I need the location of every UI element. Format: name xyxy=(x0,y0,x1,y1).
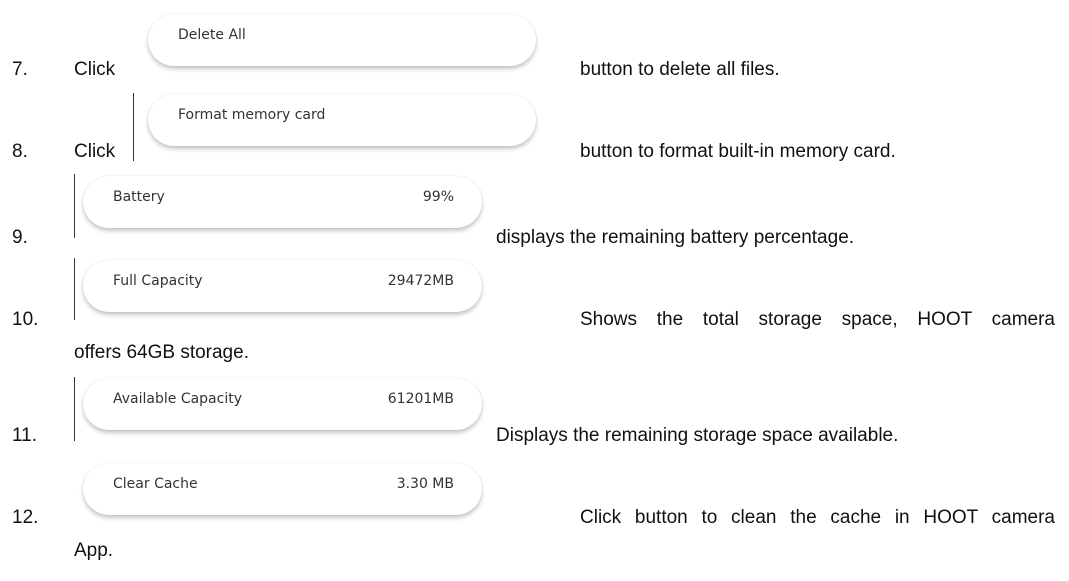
divider-line xyxy=(74,377,75,441)
available-capacity-value: 61201MB xyxy=(387,391,454,407)
full-capacity-label: Full Capacity xyxy=(113,273,203,289)
click-word: Click xyxy=(74,59,116,80)
step-number: 12. xyxy=(12,507,39,528)
divider-line xyxy=(74,258,75,320)
battery-row: Battery 99% xyxy=(83,176,482,228)
battery-label: Battery xyxy=(113,189,165,205)
battery-value: 99% xyxy=(422,189,454,205)
step-description: Shows the total storage space, HOOT came… xyxy=(580,309,1055,330)
full-capacity-row: Full Capacity 29472MB xyxy=(83,260,482,312)
delete-all-button[interactable]: Delete All xyxy=(148,14,536,66)
step-description: button to format built-in memory card. xyxy=(580,141,896,162)
step-description: button to delete all files. xyxy=(580,59,780,80)
available-capacity-row: Available Capacity 61201MB xyxy=(83,378,482,430)
step-number: 7. xyxy=(12,59,28,80)
clear-cache-value: 3.30 MB xyxy=(396,476,454,492)
available-capacity-label: Available Capacity xyxy=(113,391,243,407)
step-number: 11. xyxy=(12,425,38,446)
divider-line xyxy=(74,174,75,238)
clear-cache-label: Clear Cache xyxy=(113,476,198,492)
click-word: Click xyxy=(74,141,116,162)
format-memory-card-button[interactable]: Format memory card xyxy=(148,94,536,146)
step-number: 9. xyxy=(12,227,28,248)
clear-cache-button[interactable]: Clear Cache 3.30 MB xyxy=(83,463,482,515)
format-memory-card-button-label: Format memory card xyxy=(178,107,326,123)
step-number: 10. xyxy=(12,309,39,330)
step-description: displays the remaining battery percentag… xyxy=(496,227,855,248)
delete-all-button-label: Delete All xyxy=(178,27,246,43)
step-description-continuation: offers 64GB storage. xyxy=(74,342,249,363)
step-description: Click button to clean the cache in HOOT … xyxy=(580,507,1055,528)
divider-line xyxy=(133,93,134,161)
full-capacity-value: 29472MB xyxy=(387,273,454,289)
step-number: 8. xyxy=(12,141,28,162)
step-description-continuation: App. xyxy=(74,540,114,561)
step-description: Displays the remaining storage space ava… xyxy=(496,425,899,446)
